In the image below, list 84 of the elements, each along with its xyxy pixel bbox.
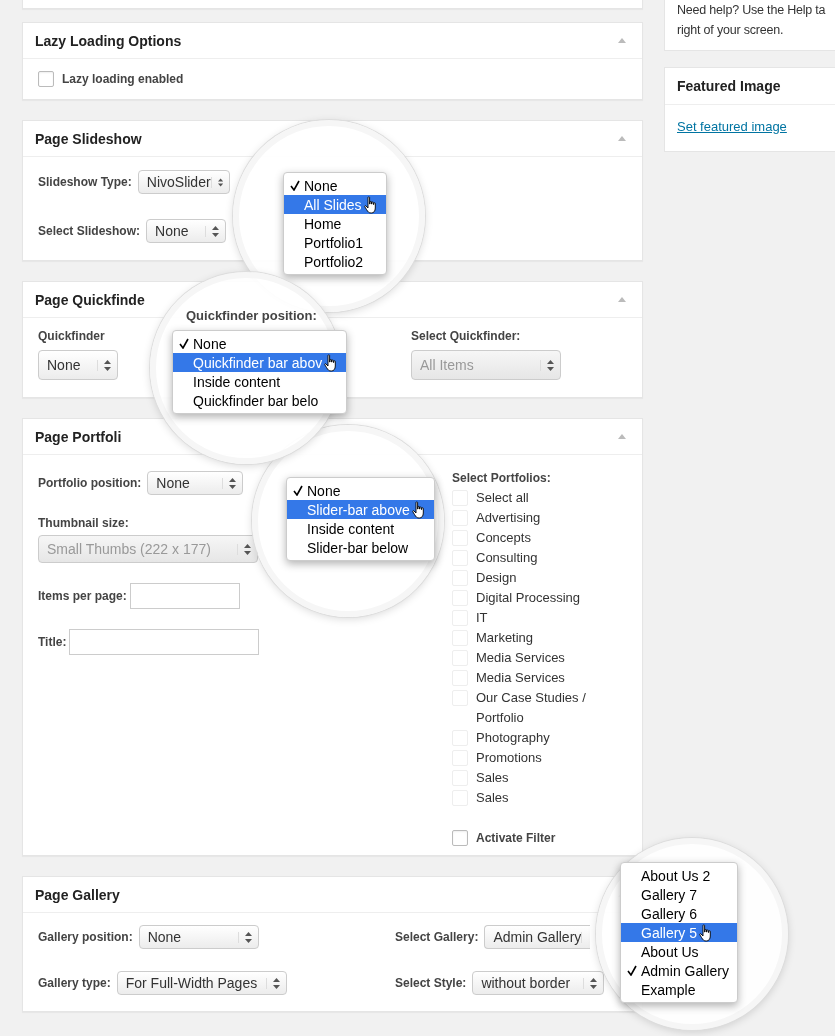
collapse-icon[interactable] [618,297,626,302]
field-label: Gallery position: [38,930,133,944]
checkbox-label: IT [476,609,488,627]
checkbox[interactable] [452,830,468,846]
field-label: Title: [38,635,67,649]
menu-item[interactable]: Example [621,980,737,999]
field-label: Gallery type: [38,976,111,990]
text-field[interactable] [69,629,260,655]
checkbox-label: Promotions [476,749,542,767]
checkbox-label: Consulting [476,549,538,567]
menu-item[interactable]: Slider-bar below [287,538,434,557]
menu-item[interactable]: Portfolio2 [284,252,386,271]
collapse-icon[interactable] [618,136,626,141]
field-label: Portfolio position: [38,476,142,490]
text-field[interactable] [129,583,240,609]
panel-title: Page Slideshow [35,130,142,147]
checkbox-label: Concepts [476,529,531,547]
panel-title: Page Gallery [35,886,120,903]
checkbox-label: Media Services [476,669,565,687]
checkbox-label: Activate Filter [476,831,556,845]
dropdown[interactable]: NivoSlider [137,170,230,194]
checkbox[interactable] [38,71,54,87]
checkbox-label: Sales [476,789,509,807]
field-label: Slideshow Type: [38,175,132,189]
menu-item[interactable]: Quickfinder bar belo [173,391,347,410]
checkbox-label: Digital Processing [476,589,581,607]
field-label: Quickfinder position: [186,308,317,323]
checkmark-icon [290,180,300,191]
menu-item[interactable]: Gallery 5 [621,923,737,942]
checkmark-icon [627,965,637,976]
menu-item[interactable]: None [287,481,434,500]
field-label: Select Style: [395,976,467,990]
checkmark-icon [179,338,189,349]
dropdown[interactable]: Admin Gallery [484,925,591,949]
dropdown[interactable]: None [38,350,118,380]
menu-item[interactable]: Admin Gallery [621,961,737,980]
menu-item[interactable]: Home [284,214,386,233]
hand-cursor-icon [363,195,378,214]
menu-item[interactable]: Quickfinder bar abov [173,353,347,372]
help-text: right of your screen. [677,22,785,39]
field-label: Items per page: [38,589,127,603]
checkbox-label: Advertising [476,509,541,527]
help-text: Need help? Use the Help ta [677,2,827,19]
menu-item[interactable]: None [284,176,386,195]
checkmark-icon [293,485,303,496]
hand-cursor-icon [411,500,426,519]
menu-item[interactable]: Gallery 7 [621,885,737,904]
checkbox-label: Media Services [476,649,565,667]
menu-item[interactable]: About Us [621,942,737,961]
menu-item[interactable]: Gallery 6 [621,904,737,923]
menu-item[interactable]: None [173,334,347,353]
hand-cursor-icon [699,923,714,942]
collapse-icon[interactable] [618,38,626,43]
panel-title: Lazy Loading Options [35,32,182,49]
menu-item[interactable]: About Us 2 [621,866,737,885]
dropdown[interactable]: For Full-Width Pages [116,971,287,995]
dropdown[interactable]: None [138,925,259,949]
checkbox-label: Select all [476,489,529,507]
hand-cursor-icon [324,353,339,372]
menu-item[interactable]: All Slides [284,195,386,214]
field-label: Select Quickfinder: [411,329,522,343]
field-label: Select Gallery: [395,930,479,944]
panel-title: Featured Image [677,78,781,94]
dropdown[interactable]: None [147,471,244,495]
checkbox-label: Marketing [476,629,534,647]
checkbox-label: Sales [476,769,509,787]
checkbox-label: Lazy loading enabled [62,72,184,86]
field-label: Quickfinder [38,329,106,343]
dropdown[interactable]: None [146,219,227,243]
panel-title: Page Portfoli [35,428,122,445]
field-label: Thumbnail size: [38,516,129,530]
checkbox-label: Photography [476,729,550,747]
checkbox-label: Design [476,569,517,587]
set-featured-image-link[interactable]: Set featured image [677,119,787,134]
list-heading: Select Portfolios: [452,471,552,485]
collapse-icon[interactable] [618,434,626,439]
field-label: Select Slideshow: [38,224,141,238]
panel-title: Page Quickfinde [35,291,145,308]
dropdown[interactable]: without border [472,971,605,995]
menu-item[interactable]: Portfolio1 [284,233,386,252]
menu-item[interactable]: Inside content [173,372,347,391]
menu-item[interactable]: Inside content [287,519,434,538]
menu-item[interactable]: Slider-bar above [287,500,434,519]
checkbox-label: Our Case Studies / Portfolio [476,689,587,727]
